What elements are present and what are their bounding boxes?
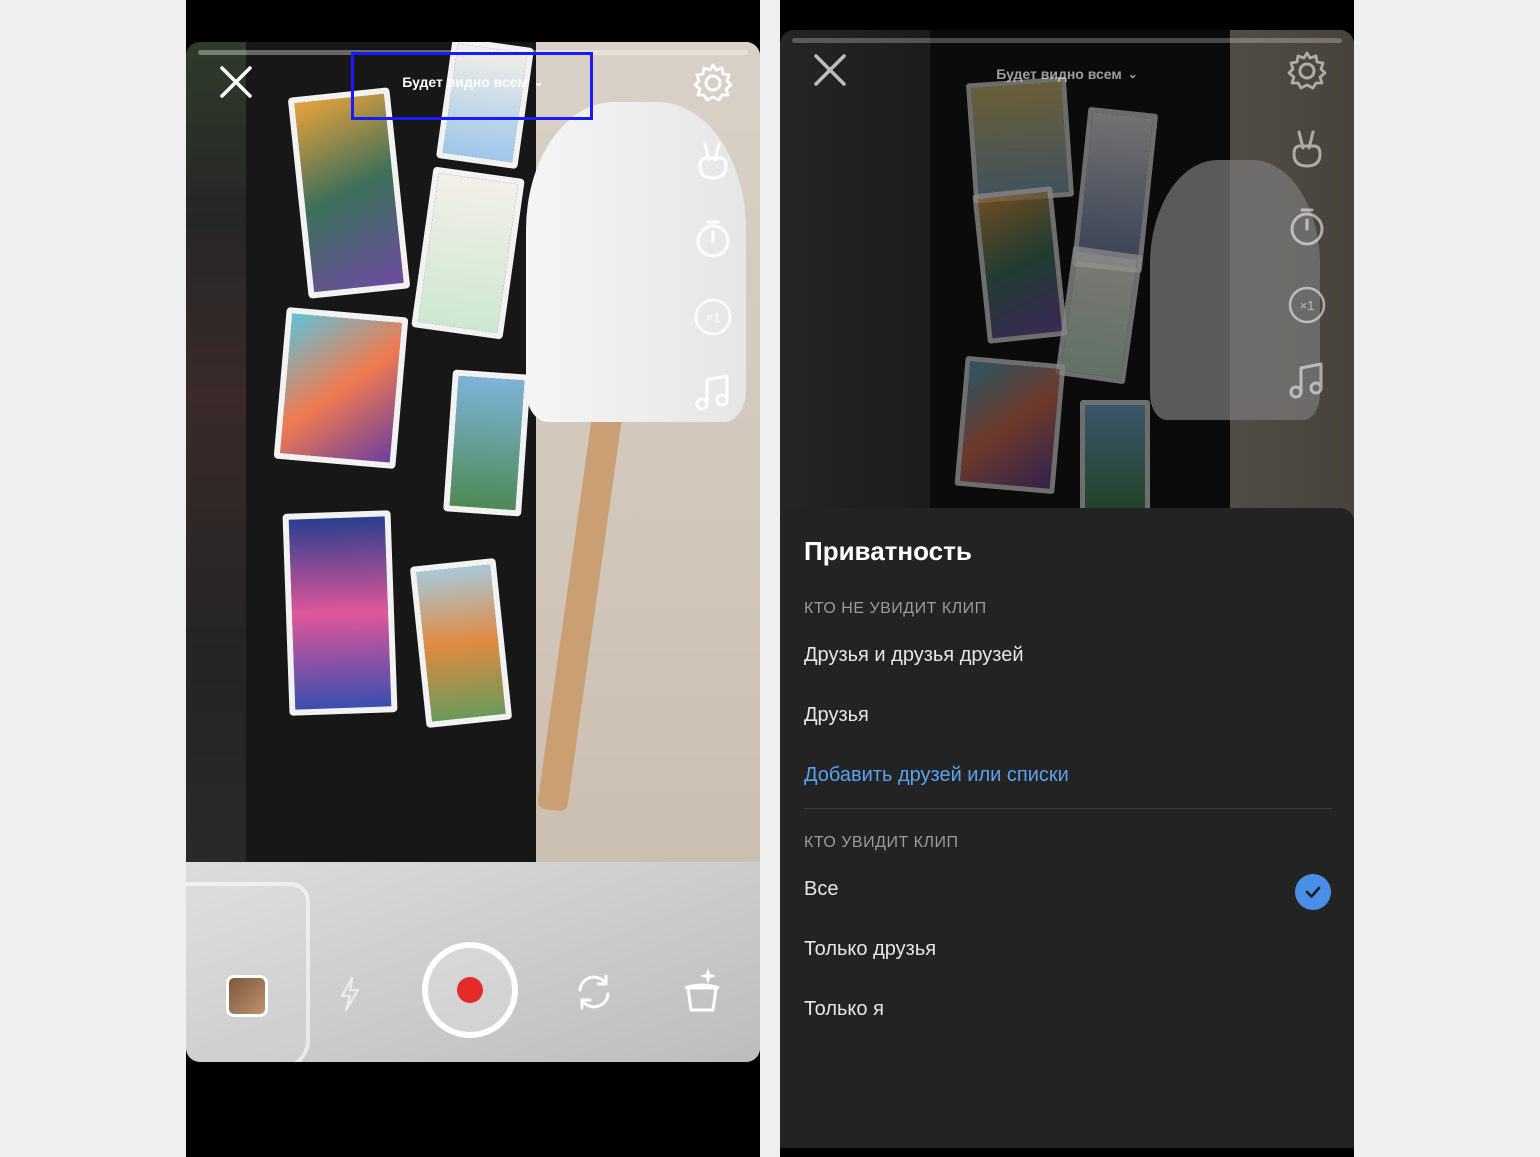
music-button[interactable] — [690, 370, 736, 416]
privacy-label: Будет видно всем — [996, 66, 1122, 82]
speed-icon: ×1 — [694, 298, 732, 336]
option-friends[interactable]: Друзья — [804, 704, 869, 727]
option-everyone[interactable]: Все — [804, 878, 838, 901]
divider — [804, 808, 1332, 809]
speed-icon: ×1 — [1288, 286, 1326, 324]
hand-icon — [698, 142, 728, 180]
hand-icon — [1292, 130, 1322, 168]
visible-to-label: КТО УВИДИТ КЛИП — [804, 834, 959, 851]
timer-button[interactable] — [1284, 204, 1330, 250]
poster — [443, 369, 531, 517]
poster — [282, 510, 398, 716]
timer-icon — [696, 220, 730, 258]
magic-hat-icon[interactable] — [680, 964, 724, 1014]
option-friends-and-fof[interactable]: Друзья и друзья друзей — [804, 644, 1024, 667]
gesture-button[interactable] — [1284, 126, 1330, 172]
privacy-screen: Будет видно всем ⌄ ×1 Приватность КТО НЕ… — [780, 0, 1354, 1157]
camera-screen: Будет видно всем ⌄ ×1 — [186, 0, 760, 1157]
record-button[interactable] — [422, 942, 518, 1038]
settings-icon — [693, 63, 733, 102]
highlight-box — [351, 52, 593, 120]
dim-overlay — [780, 30, 1354, 530]
timer-icon — [1290, 208, 1324, 246]
poster — [409, 557, 513, 729]
poster — [273, 306, 409, 470]
speed-label: ×1 — [706, 310, 721, 325]
option-only-me[interactable]: Только я — [804, 998, 884, 1021]
hidden-from-label: КТО НЕ УВИДИТ КЛИП — [804, 600, 987, 617]
add-friends-link[interactable]: Добавить друзей или списки — [804, 764, 1069, 787]
record-dot — [457, 977, 483, 1003]
chevron-down-icon: ⌄ — [1127, 67, 1138, 81]
flash-icon[interactable] — [336, 976, 364, 1012]
settings-button[interactable] — [1284, 48, 1330, 94]
music-button[interactable] — [1284, 358, 1330, 404]
clip-progress-bar — [792, 38, 1342, 43]
option-only-friends[interactable]: Только друзья — [804, 938, 936, 961]
gallery-button[interactable] — [226, 975, 268, 1017]
privacy-sheet: Приватность КТО НЕ УВИДИТ КЛИП Друзья и … — [780, 508, 1354, 1148]
timer-button[interactable] — [690, 216, 736, 262]
camera-preview-dimmed — [780, 30, 1354, 530]
settings-icon — [1287, 51, 1327, 90]
music-icon — [695, 374, 729, 411]
check-icon — [1295, 874, 1331, 910]
speed-label: ×1 — [1300, 298, 1315, 313]
privacy-selector[interactable]: Будет видно всем ⌄ — [780, 66, 1354, 82]
speed-button[interactable]: ×1 — [1284, 282, 1330, 328]
settings-button[interactable] — [690, 60, 736, 106]
flip-camera-icon[interactable] — [572, 970, 616, 1014]
sheet-title: Приватность — [804, 536, 972, 566]
camera-preview — [186, 42, 760, 1062]
gesture-button[interactable] — [690, 138, 736, 184]
capture-bar — [186, 942, 760, 1040]
speed-button[interactable]: ×1 — [690, 294, 736, 340]
music-icon — [1289, 362, 1323, 399]
bottom-strip — [780, 1148, 1354, 1157]
